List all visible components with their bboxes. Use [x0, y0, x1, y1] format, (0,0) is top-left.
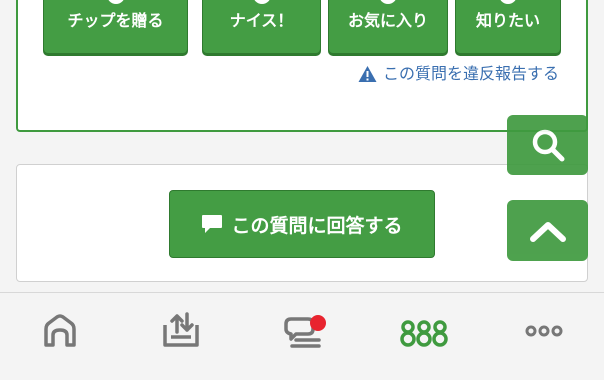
upload-tray-icon — [163, 312, 199, 347]
nav-messages[interactable] — [272, 311, 332, 361]
tip-button-label: チップを贈る — [67, 11, 164, 30]
more-icon — [525, 325, 563, 337]
reaction-icon — [499, 0, 517, 4]
nav-more[interactable] — [514, 311, 574, 361]
nav-communities[interactable] — [394, 311, 454, 361]
chevron-up-icon — [529, 221, 566, 242]
notification-badge — [310, 315, 326, 331]
reaction-icon — [379, 0, 397, 4]
nav-home[interactable] — [30, 311, 90, 361]
floating-search-button[interactable] — [507, 115, 588, 175]
tip-button[interactable]: チップを贈る — [43, 0, 188, 54]
nice-button[interactable]: ナイス！ — [202, 0, 321, 54]
question-card: チップを贈る ナイス！ お気に入り 知りたい この質問を違反報告する — [16, 0, 588, 132]
nav-post[interactable] — [151, 311, 211, 361]
reaction-icon — [252, 0, 271, 4]
answer-card: この質問に回答する — [16, 164, 588, 282]
comment-icon — [202, 215, 223, 233]
nice-button-label: ナイス！ — [229, 11, 294, 30]
groups-icon — [400, 320, 448, 347]
search-icon — [532, 129, 564, 162]
want-to-know-button[interactable]: 知りたい — [455, 0, 561, 54]
bottom-navigation — [0, 292, 604, 380]
favorite-button[interactable]: お気に入り — [328, 0, 448, 54]
want-to-know-button-label: 知りたい — [475, 11, 540, 30]
report-link-label: この質問を違反報告する — [382, 64, 559, 83]
answer-button[interactable]: この質問に回答する — [169, 190, 435, 258]
scroll-to-top-button[interactable] — [507, 200, 588, 261]
warning-icon — [358, 66, 377, 82]
reaction-icon — [106, 0, 125, 4]
home-icon — [44, 314, 76, 347]
favorite-button-label: お気に入り — [347, 11, 428, 30]
answer-button-label: この質問に回答する — [231, 214, 403, 237]
report-link[interactable]: この質問を違反報告する — [358, 63, 559, 85]
